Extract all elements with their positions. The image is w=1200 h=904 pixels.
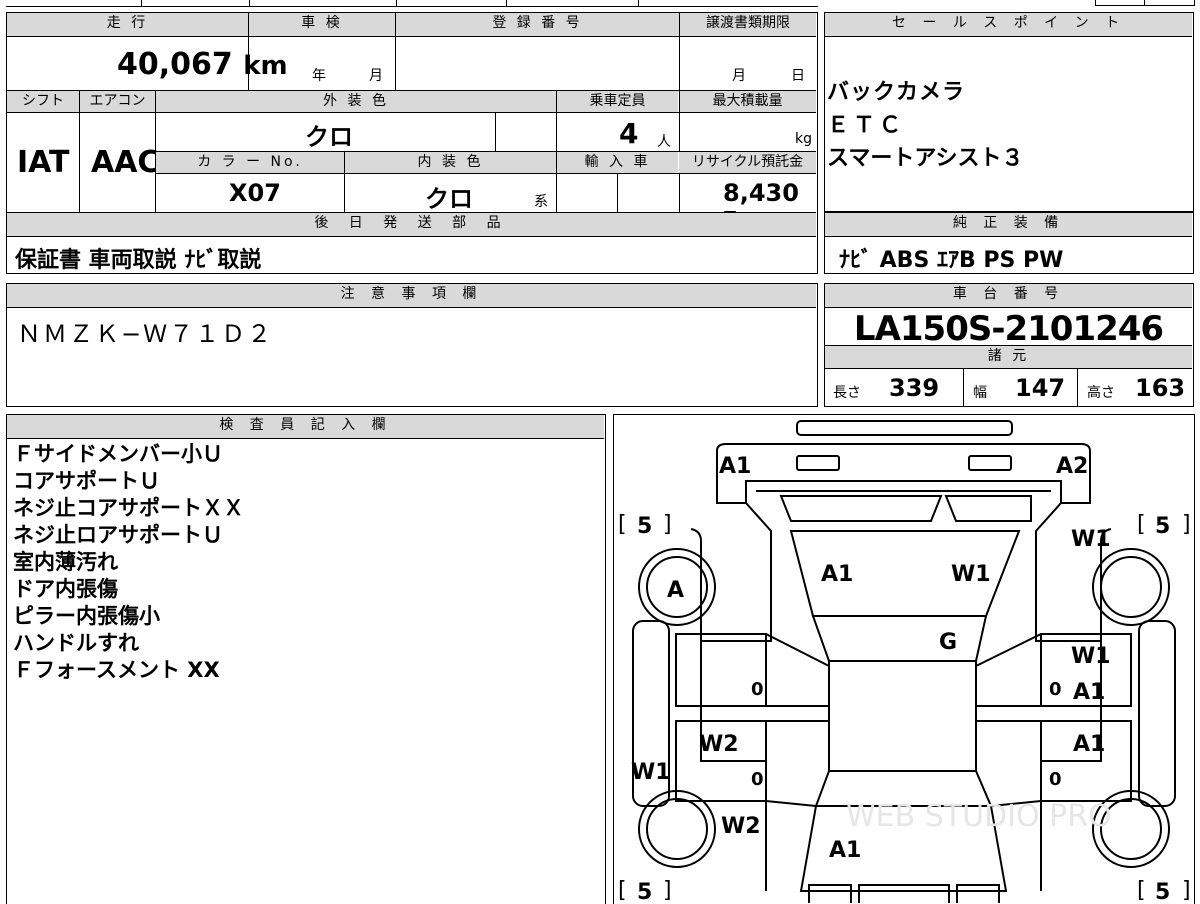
mark-front-left: A1	[719, 454, 751, 479]
svg-text:]: ]	[1182, 878, 1191, 903]
height-value: 163	[1135, 374, 1186, 402]
tire-fl-tread: 5	[637, 514, 652, 539]
equipment-header: 純 正 装 備	[825, 213, 1192, 237]
zero-left-front: 0	[751, 679, 764, 700]
mileage-value: 40,067 km	[117, 47, 288, 82]
inspector-item-6: ドア内張傷	[13, 577, 118, 601]
color-no-value: X07	[229, 179, 281, 207]
deadline-day: 日	[791, 68, 805, 84]
recycle-fee-number: 8,430	[723, 179, 799, 207]
aircon-header: エアコン	[80, 91, 155, 112]
deadline-month: 月	[732, 68, 746, 84]
car-diagram: WEB STUDIO PRO [ 5 ] [ 5 ] [ 5 ] [ 5 ] A…	[618, 420, 1191, 903]
color-no-header: カ ラ ー No.	[156, 152, 344, 173]
inspector-item-5: 室内薄汚れ	[13, 550, 118, 574]
inspector-item-4: ネジ止ロアサポートＵ	[13, 523, 223, 547]
mark-hood-left: A1	[821, 562, 853, 587]
mark-right-front-door-2: A1	[1073, 680, 1105, 705]
load-unit: kg	[795, 131, 812, 147]
shift-value: IAT	[17, 145, 70, 180]
length-label: 長さ	[833, 385, 861, 401]
svg-text:[: [	[1137, 878, 1146, 903]
svg-text:[: [	[618, 878, 627, 903]
interior-suffix: 系	[534, 194, 548, 210]
zero-left-rear: 0	[751, 769, 764, 790]
mark-right-rear-door: A1	[1073, 732, 1105, 757]
width-label: 幅	[973, 385, 987, 401]
shaken-header: 車 検	[249, 13, 395, 36]
post-parts-header: 後 日 発 送 部 品	[7, 213, 816, 236]
interior-color-header: 内 装 色	[345, 152, 556, 173]
svg-text:[: [	[1137, 512, 1146, 537]
capacity-value: 4	[619, 117, 639, 150]
tire-fr-tread: 5	[1155, 514, 1170, 539]
mark-left-rear: W2	[721, 814, 761, 839]
shift-header: シフト	[7, 91, 79, 112]
notes-header: 注 意 事 項 欄	[7, 284, 816, 308]
sales-points-header: セ ー ル ス ポ イ ン ト	[825, 13, 1192, 37]
capacity-unit: 人	[657, 134, 671, 150]
notes-box: 注 意 事 項 欄 ＮＭＺＫ−Ｗ７１Ｄ２	[6, 283, 818, 407]
mark-hood-right: W1	[951, 562, 991, 587]
mark-wheel-fl: A	[667, 578, 684, 603]
exterior-color-header: 外 装 色	[156, 91, 556, 112]
zero-right-rear: 0	[1049, 769, 1062, 790]
mark-front-right: A2	[1056, 454, 1088, 479]
reg-no-header: 登 録 番 号	[396, 13, 679, 36]
post-parts-value: 保証書 車両取説 ﾅﾋﾞ取説	[15, 248, 262, 273]
length-value: 339	[889, 374, 940, 402]
inspector-box: 検 査 員 記 入 欄 Ｆサイドメンバー小Ｕ コアサポートＵ ネジ止コアサポート…	[6, 414, 606, 904]
car-diagram-box: WEB STUDIO PRO [ 5 ] [ 5 ] [ 5 ] [ 5 ] A…	[613, 414, 1195, 904]
sales-point-1: バックカメラ	[827, 80, 966, 105]
watermark: WEB STUDIO PRO	[846, 799, 1112, 834]
inspector-header: 検 査 員 記 入 欄	[7, 415, 604, 439]
mark-right-front-door-1: W1	[1071, 644, 1111, 669]
sales-points-box: セ ー ル ス ポ イ ン ト バックカメラ ＥＴＣ スマートアシスト３	[824, 12, 1194, 212]
inspector-item-1: Ｆサイドメンバー小Ｕ	[13, 442, 223, 466]
shaken-month: 月	[369, 68, 383, 84]
cutoff-strip-right	[1095, 0, 1195, 6]
zero-right-front: 0	[1049, 679, 1062, 700]
sales-point-2: ＥＴＣ	[827, 113, 906, 138]
cutoff-strip	[6, 0, 818, 7]
transfer-deadline-header: 譲渡書類期限	[680, 13, 816, 36]
exterior-color-value: クロ	[305, 123, 353, 151]
chassis-box: 車 台 番 号 LA150S-2101246 諸 元 長さ 339 幅 147 …	[824, 283, 1194, 407]
inspector-item-8: ハンドルすれ	[13, 631, 139, 655]
height-label: 高さ	[1087, 385, 1115, 401]
equipment-value: ﾅﾋﾞ ABS ｴｱB PS PW	[839, 248, 1064, 273]
mileage-unit: km	[243, 51, 288, 81]
import-header: 輸 入 車	[557, 152, 678, 173]
chassis-header: 車 台 番 号	[825, 284, 1192, 308]
capacity-header: 乗車定員	[557, 91, 678, 112]
specs-header: 諸 元	[825, 346, 1192, 368]
chassis-number: LA150S-2101246	[853, 309, 1164, 349]
mileage-header: 走 行	[7, 13, 248, 36]
sales-point-3: スマートアシスト３	[827, 146, 1024, 171]
notes-value: ＮＭＺＫ−Ｗ７１Ｄ２	[17, 320, 274, 348]
svg-text:]: ]	[1182, 512, 1191, 537]
mark-left-side: W1	[631, 760, 671, 785]
mark-left-rear-door: W2	[699, 732, 739, 757]
shaken-year: 年	[312, 68, 326, 84]
mark-windshield: G	[939, 630, 957, 655]
interior-color-value: クロ	[425, 185, 473, 213]
mileage-number: 40,067	[117, 47, 233, 82]
equipment-box: 純 正 装 備 ﾅﾋﾞ ABS ｴｱB PS PW	[824, 212, 1194, 274]
vehicle-info-table: 走 行 車 検 登 録 番 号 譲渡書類期限 40,067 km 年 月 月 日…	[6, 12, 818, 274]
svg-text:]: ]	[663, 878, 672, 903]
recycle-fee-header: リサイクル預託金	[679, 152, 816, 173]
mark-right-front-fender: W1	[1071, 527, 1111, 552]
svg-text:]: ]	[663, 512, 672, 537]
max-load-header: 最大積載量	[679, 91, 816, 112]
aircon-value: AAC	[91, 145, 160, 180]
inspector-item-3: ネジ止コアサポートＸＸ	[13, 496, 244, 520]
svg-text:[: [	[618, 512, 627, 537]
width-value: 147	[1015, 374, 1066, 402]
inspector-item-9: Ｆフォースメント XX	[13, 658, 220, 682]
mark-rear-hatch: A1	[829, 838, 861, 863]
inspector-item-7: ピラー内張傷小	[13, 604, 160, 628]
inspector-item-2: コアサポートＵ	[13, 469, 160, 493]
